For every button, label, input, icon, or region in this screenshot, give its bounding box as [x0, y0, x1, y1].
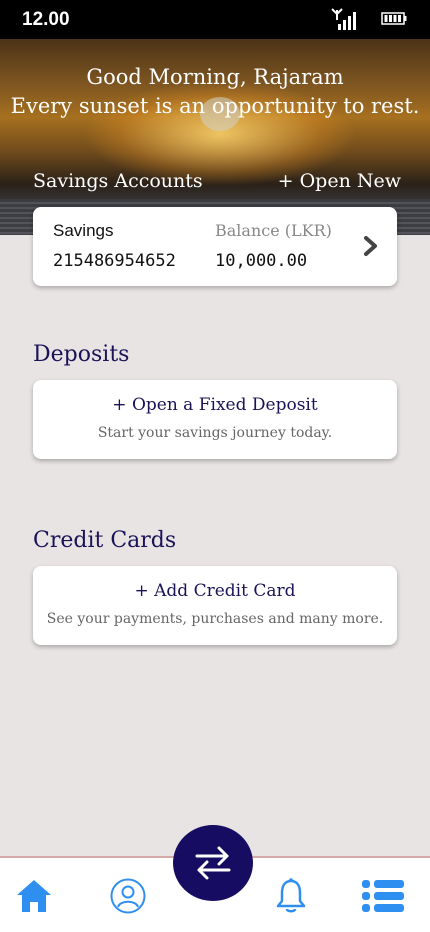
balance-label: Balance (LKR) — [215, 221, 332, 240]
open-fixed-deposit-card[interactable]: + Open a Fixed Deposit Start your saving… — [33, 380, 397, 459]
greeting-tagline: Every sunset is an opportunity to rest. — [10, 94, 420, 118]
deposit-subtitle: Start your savings journey today. — [97, 425, 333, 441]
hero-banner: Good Morning, Rajaram Every sunset is an… — [0, 39, 430, 235]
open-new-account-link[interactable]: + Open New — [278, 170, 401, 192]
nav-profile[interactable] — [104, 858, 152, 932]
deposits-heading: Deposits — [33, 342, 130, 367]
signal-icon — [331, 8, 356, 30]
home-icon — [17, 880, 51, 912]
open-fixed-deposit-button[interactable]: + Open a Fixed Deposit — [33, 395, 397, 415]
nav-home[interactable] — [10, 858, 58, 932]
credit-cards-heading: Credit Cards — [33, 528, 177, 553]
battery-icon — [381, 12, 407, 25]
nav-menu[interactable] — [358, 858, 408, 932]
add-credit-card-button[interactable]: + Add Credit Card — [33, 581, 397, 601]
account-number: 215486954652 — [53, 251, 176, 271]
transfer-button[interactable] — [173, 825, 253, 901]
nav-notifications[interactable] — [267, 858, 315, 932]
transfer-icon — [195, 846, 231, 880]
add-credit-card-card[interactable]: + Add Credit Card See your payments, pur… — [33, 566, 397, 645]
bell-icon — [276, 878, 306, 913]
greeting-text: Good Morning, Rajaram — [86, 65, 344, 89]
profile-icon — [110, 878, 146, 914]
greeting-block: Good Morning, Rajaram Every sunset is an… — [0, 63, 430, 121]
menu-list-icon — [362, 880, 404, 912]
chevron-right-icon[interactable] — [363, 235, 379, 257]
savings-account-card[interactable]: Savings 215486954652 Balance (LKR) 10,00… — [33, 207, 397, 286]
savings-accounts-title: Savings Accounts — [33, 170, 203, 192]
balance-value: 10,000.00 — [215, 251, 308, 271]
status-time: 12.00 — [22, 9, 70, 30]
status-bar: 12.00 — [0, 0, 430, 39]
account-type-label: Savings — [53, 221, 114, 240]
credit-card-subtitle: See your payments, purchases and many mo… — [46, 611, 384, 627]
